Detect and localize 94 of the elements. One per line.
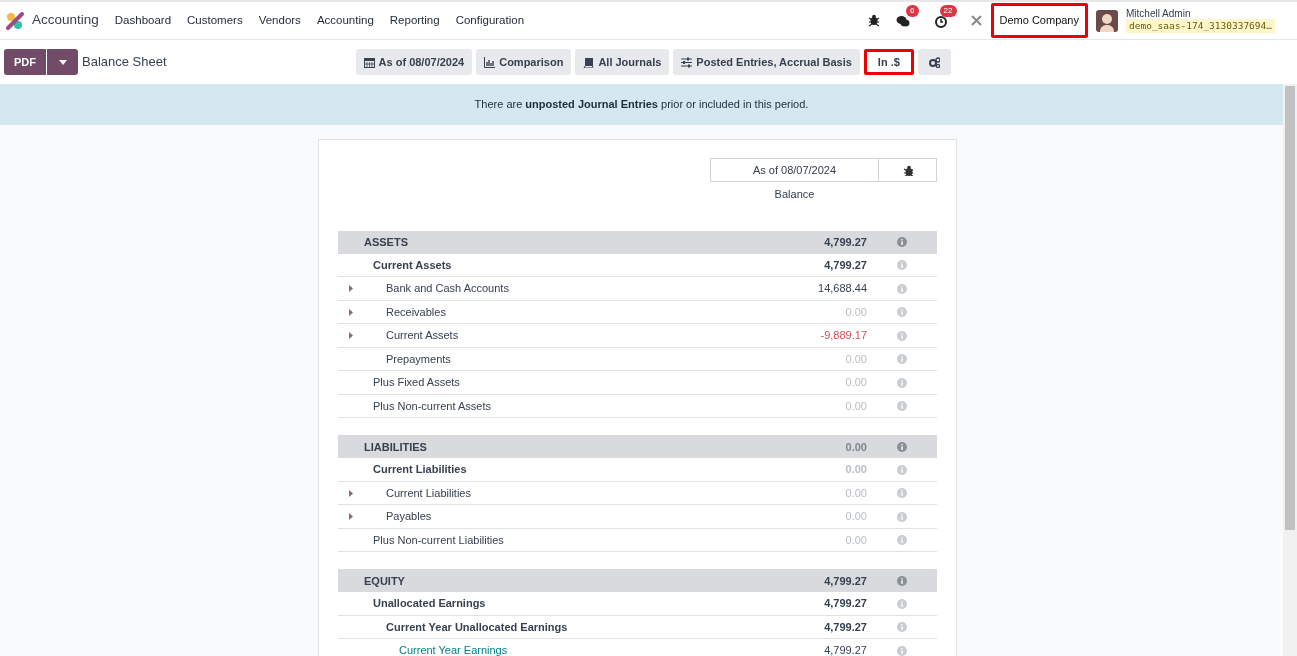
gears-icon [928,56,940,68]
account-link[interactable]: Current Year Earnings [399,644,508,656]
amount: 4,799.27 [824,620,867,633]
amount: 0.00 [845,440,867,453]
amount: 0.00 [845,305,867,318]
count-badge: 22 [939,5,957,18]
amount: 0.00 [845,510,867,523]
row-label: Plus Non-current Assets [373,399,491,412]
amount: 0.00 [845,376,867,389]
caret-icon[interactable] [349,285,353,293]
database-name: demo_saas-174_3130337694… [1126,18,1275,34]
filter-button[interactable]: As of 08/07/2024 [355,49,473,75]
caret-icon[interactable] [349,513,353,521]
caret-icon[interactable] [349,308,353,316]
row-label: Plus Fixed Assets [373,376,460,389]
caret-icon[interactable] [349,489,353,497]
info-icon[interactable] [897,535,907,546]
amount: 0.00 [845,399,867,412]
row-label: Plus Non-current Liabilities [373,533,504,546]
info-icon[interactable] [897,237,907,248]
amount: 0.00 [845,352,867,365]
info-icon[interactable] [897,330,907,341]
caret-icon [58,60,67,66]
row-label: EQUITY [364,574,405,587]
dropdown-toggle-button[interactable] [46,49,78,75]
count-badge: 6 [906,5,919,18]
menu-item[interactable]: Configuration [447,11,533,30]
row-label: LIABILITIES [364,440,427,453]
company-switcher[interactable]: Demo Company [990,3,1088,38]
info-icon[interactable] [897,645,907,656]
filter-button[interactable]: Posted Entries, Accrual Basis [673,49,860,75]
row-label: Receivables [386,305,446,318]
amount: 0.00 [845,533,867,546]
chat-icon[interactable] [895,14,910,28]
row-label: Unallocated Earnings [373,597,486,610]
user-name[interactable]: Mitchell Admin [1126,7,1275,19]
bug-icon [902,164,913,176]
sliders-icon [681,56,693,68]
info-icon[interactable] [897,575,907,586]
amount: 0.00 [845,463,867,476]
column-header: As of 08/07/2024 [710,158,879,183]
menu-item[interactable]: Customers [179,11,251,30]
menu-item[interactable]: Reporting [381,11,448,30]
info-icon[interactable] [897,441,907,452]
column-subheader: Balance [773,187,816,203]
info-icon[interactable] [897,598,907,609]
amount: 4,799.27 [824,258,867,271]
app-logo-icon[interactable] [6,11,24,30]
filter-button[interactable]: All Journals [575,49,670,75]
row-label: Current Liabilities [373,463,467,476]
menu-item[interactable]: Accounting [308,11,382,30]
info-icon[interactable] [897,488,907,499]
menu-item[interactable]: Dashboard [106,11,180,30]
row-label: Current Liabilities [386,486,471,499]
info-icon[interactable] [897,354,907,365]
page-title: Balance Sheet [82,53,167,72]
settings-button[interactable] [917,49,951,75]
row-label: Current Assets [373,258,452,271]
amount: 4,799.27 [824,597,867,610]
calendar-icon [363,56,375,68]
amount: 4,799.27 [824,644,867,656]
avatar-icon[interactable] [1096,9,1118,32]
info-icon[interactable] [897,511,907,522]
bar-chart-icon [484,56,496,68]
alert-message: There are unposted Journal Entries prior or included in this period. [474,97,809,113]
app-name[interactable]: Accounting [32,10,99,31]
info-icon[interactable] [897,464,907,475]
bug-icon[interactable] [867,14,880,27]
info-icon[interactable] [897,377,907,388]
caret-icon[interactable] [349,332,353,340]
row-label: Current Assets [386,329,459,342]
filter-button[interactable]: Comparison [476,49,572,75]
row-label: Payables [386,510,432,523]
amount: 14,688.44 [818,282,867,295]
scrollbar[interactable] [1283,84,1297,656]
filter-button[interactable]: In .$ [863,49,914,75]
debug-button[interactable] [879,158,937,183]
amount: -9,889.17 [820,329,867,342]
row-label: ASSETS [364,236,408,249]
menu-item[interactable]: Vendors [250,11,309,30]
row-label: Bank and Cash Accounts [386,282,509,295]
info-icon[interactable] [897,307,907,318]
amount: 4,799.27 [824,236,867,249]
clock-icon[interactable] [933,14,948,28]
info-icon[interactable] [897,622,907,633]
info-icon[interactable] [897,260,907,271]
pdf-button[interactable]: PDF [4,49,46,75]
info-icon[interactable] [897,401,907,412]
amount: 0.00 [845,486,867,499]
row-label: Prepayments [386,352,451,365]
amount: 4,799.27 [824,574,867,587]
book-icon [583,56,595,68]
row-label: Current Year Unallocated Earnings [386,620,568,633]
info-icon[interactable] [897,283,907,294]
